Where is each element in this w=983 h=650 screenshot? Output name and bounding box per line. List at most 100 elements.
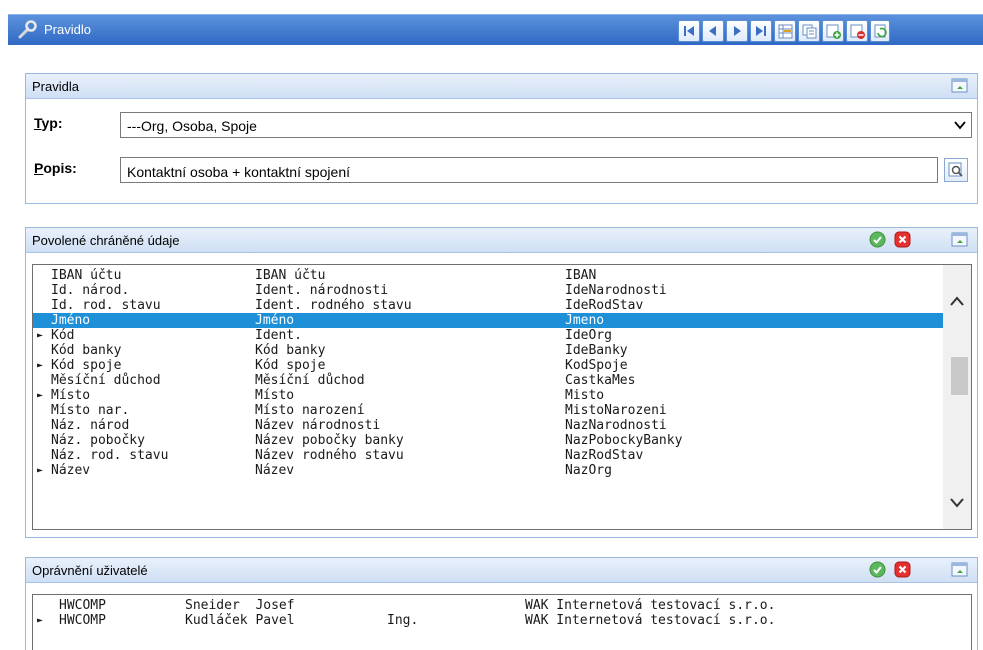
description-field[interactable]: Kontaktní osoba + kontaktní spojení [120,157,938,183]
cancel-icon[interactable] [894,561,911,578]
table-row[interactable]: Náz. národ Název národnosti NazNarodnosti [33,418,943,433]
table-row[interactable]: Náz. rod. stavu Název rodného stavu NazRod… [33,448,943,463]
field-name-cell: IdeOrg [565,328,612,343]
field-name-cell: IdeNarodnosti [565,283,667,298]
full-name-cell: Ident. [255,328,302,343]
short-name-cell: Název [51,463,91,478]
description-value: Kontaktní osoba + kontaktní spojení [127,164,350,180]
type-select[interactable]: ---Org, Osoba, Spoje [120,112,972,138]
short-name-cell: Kód [51,328,75,343]
short-name-cell: Jméno [51,313,91,328]
field-name-cell: NazPobockyBanky [565,433,683,448]
last-record-button[interactable] [750,20,772,42]
row-marker-icon: ► [37,465,44,476]
table-row[interactable]: Id. národ. Ident. národnosti IdeNarodnosti [33,283,943,298]
field-name-cell: IdeBanky [565,343,628,358]
user-name-cell: Kudláček Pavel [185,613,295,628]
add-record-button[interactable] [822,20,844,42]
field-name-cell: IBAN [565,268,597,283]
full-name-cell: Místo narození [255,403,365,418]
table-row[interactable]: ► Místo Místo Misto [33,388,943,403]
protected-data-list[interactable]: ► Název Název NazOrg Náz. rod. stavu Název ro… [32,264,972,530]
delete-icon [850,24,865,39]
confirm-icon[interactable] [869,231,886,248]
refresh-button[interactable] [870,20,890,42]
full-name-cell: Ident. rodného stavu [255,298,412,313]
short-name-cell: Místo [51,388,91,403]
panel-expand-icon[interactable] [951,561,968,578]
copy-record-button[interactable] [798,20,820,42]
user-company-cell: WAK Internetová testovací s.r.o. [525,598,776,613]
delete-record-button[interactable] [846,20,868,42]
field-name-cell: NazRodStav [565,448,644,463]
refresh-icon [874,24,887,38]
panel-expand-icon[interactable] [951,77,968,94]
short-name-cell: Místo nar. [51,403,130,418]
rules-panel-title: Pravidla [32,79,79,94]
user-company-cell: WAK Internetová testovací s.r.o. [525,613,776,628]
field-name-cell: NazNarodnosti [565,418,667,433]
rules-panel-header: Pravidla [26,74,977,99]
table-row[interactable]: IBAN účtu IBAN účtu IBAN [33,268,943,283]
full-name-cell: Název národnosti [255,418,381,433]
confirm-icon[interactable] [869,561,886,578]
table-row[interactable]: ► Kód spoje Kód spoje KodSpoje [33,358,943,373]
panel-expand-icon[interactable] [951,231,968,248]
chevron-down-icon[interactable] [949,497,965,509]
cancel-icon[interactable] [894,231,911,248]
first-record-button[interactable] [678,20,700,42]
previous-record-button[interactable] [702,20,724,42]
short-name-cell: Kód spoje [51,358,122,373]
full-name-cell: Měsíční důchod [255,373,365,388]
window-titlebar: Pravidlo [8,14,983,45]
last-icon [756,26,766,36]
lookup-button[interactable] [944,158,968,182]
field-name-cell: MistoNarozeni [565,403,667,418]
short-name-cell: IBAN účtu [51,268,122,283]
type-label: Typ: [34,115,63,131]
field-name-cell: NazOrg [565,463,612,478]
next-icon [734,26,741,36]
table-row[interactable]: Jméno Jméno Jmeno [33,313,943,328]
table-row[interactable]: ► HWCOMP Kudláček Pavel Ing. WAK Internetová… [33,613,969,628]
protected-data-title: Povolené chráněné údaje [32,233,180,248]
wrench-icon [18,20,37,39]
full-name-cell: Kód spoje [255,358,326,373]
users-panel-title: Oprávnění uživatelé [32,563,148,578]
user-code-cell: HWCOMP [59,613,106,628]
users-list[interactable]: HWCOMP Sneider Josef WAK Internetová testo… [32,594,972,650]
table-row[interactable]: HWCOMP Sneider Josef WAK Internetová testo… [33,598,969,613]
full-name-cell: Místo [255,388,295,403]
scrollbar-thumb[interactable] [951,357,968,395]
table-row[interactable]: Měsíční důchod Měsíční důchod CastkaMes [33,373,943,388]
table-row[interactable]: ► Kód Ident. IdeOrg [33,328,943,343]
table-row[interactable]: Náz. pobočky Název pobočky banky NazPobock… [33,433,943,448]
list-scrollbar[interactable] [943,265,971,529]
grid-view-button[interactable] [774,20,796,42]
row-marker-icon: ► [37,615,44,626]
table-row[interactable]: Kód banky Kód banky IdeBanky [33,343,943,358]
field-name-cell: Misto [565,388,605,403]
table-row[interactable]: ► Název Název NazOrg [33,463,943,478]
short-name-cell: Kód banky [51,343,122,358]
row-marker-icon: ► [37,330,44,341]
full-name-cell: Jméno [255,313,295,328]
copy-icon [802,24,817,39]
chevron-up-icon[interactable] [949,295,965,307]
add-icon [826,24,841,39]
first-icon [684,26,694,36]
user-title-cell: Ing. [387,613,419,628]
full-name-cell: IBAN účtu [255,268,326,283]
chevron-down-icon [954,121,966,130]
full-name-cell: Název [255,463,295,478]
row-marker-icon: ► [37,360,44,371]
previous-icon [709,26,716,36]
short-name-cell: Náz. rod. stavu [51,448,169,463]
short-name-cell: Náz. pobočky [51,433,145,448]
table-row[interactable]: Místo nar. Místo narození MistoNarozeni [33,403,943,418]
magnifier-icon [948,162,963,177]
table-row[interactable]: Id. rod. stavu Ident. rodného stavu IdeRod… [33,298,943,313]
next-record-button[interactable] [726,20,748,42]
protected-data-header: Povolené chráněné údaje [26,228,977,253]
user-code-cell: HWCOMP [59,598,106,613]
